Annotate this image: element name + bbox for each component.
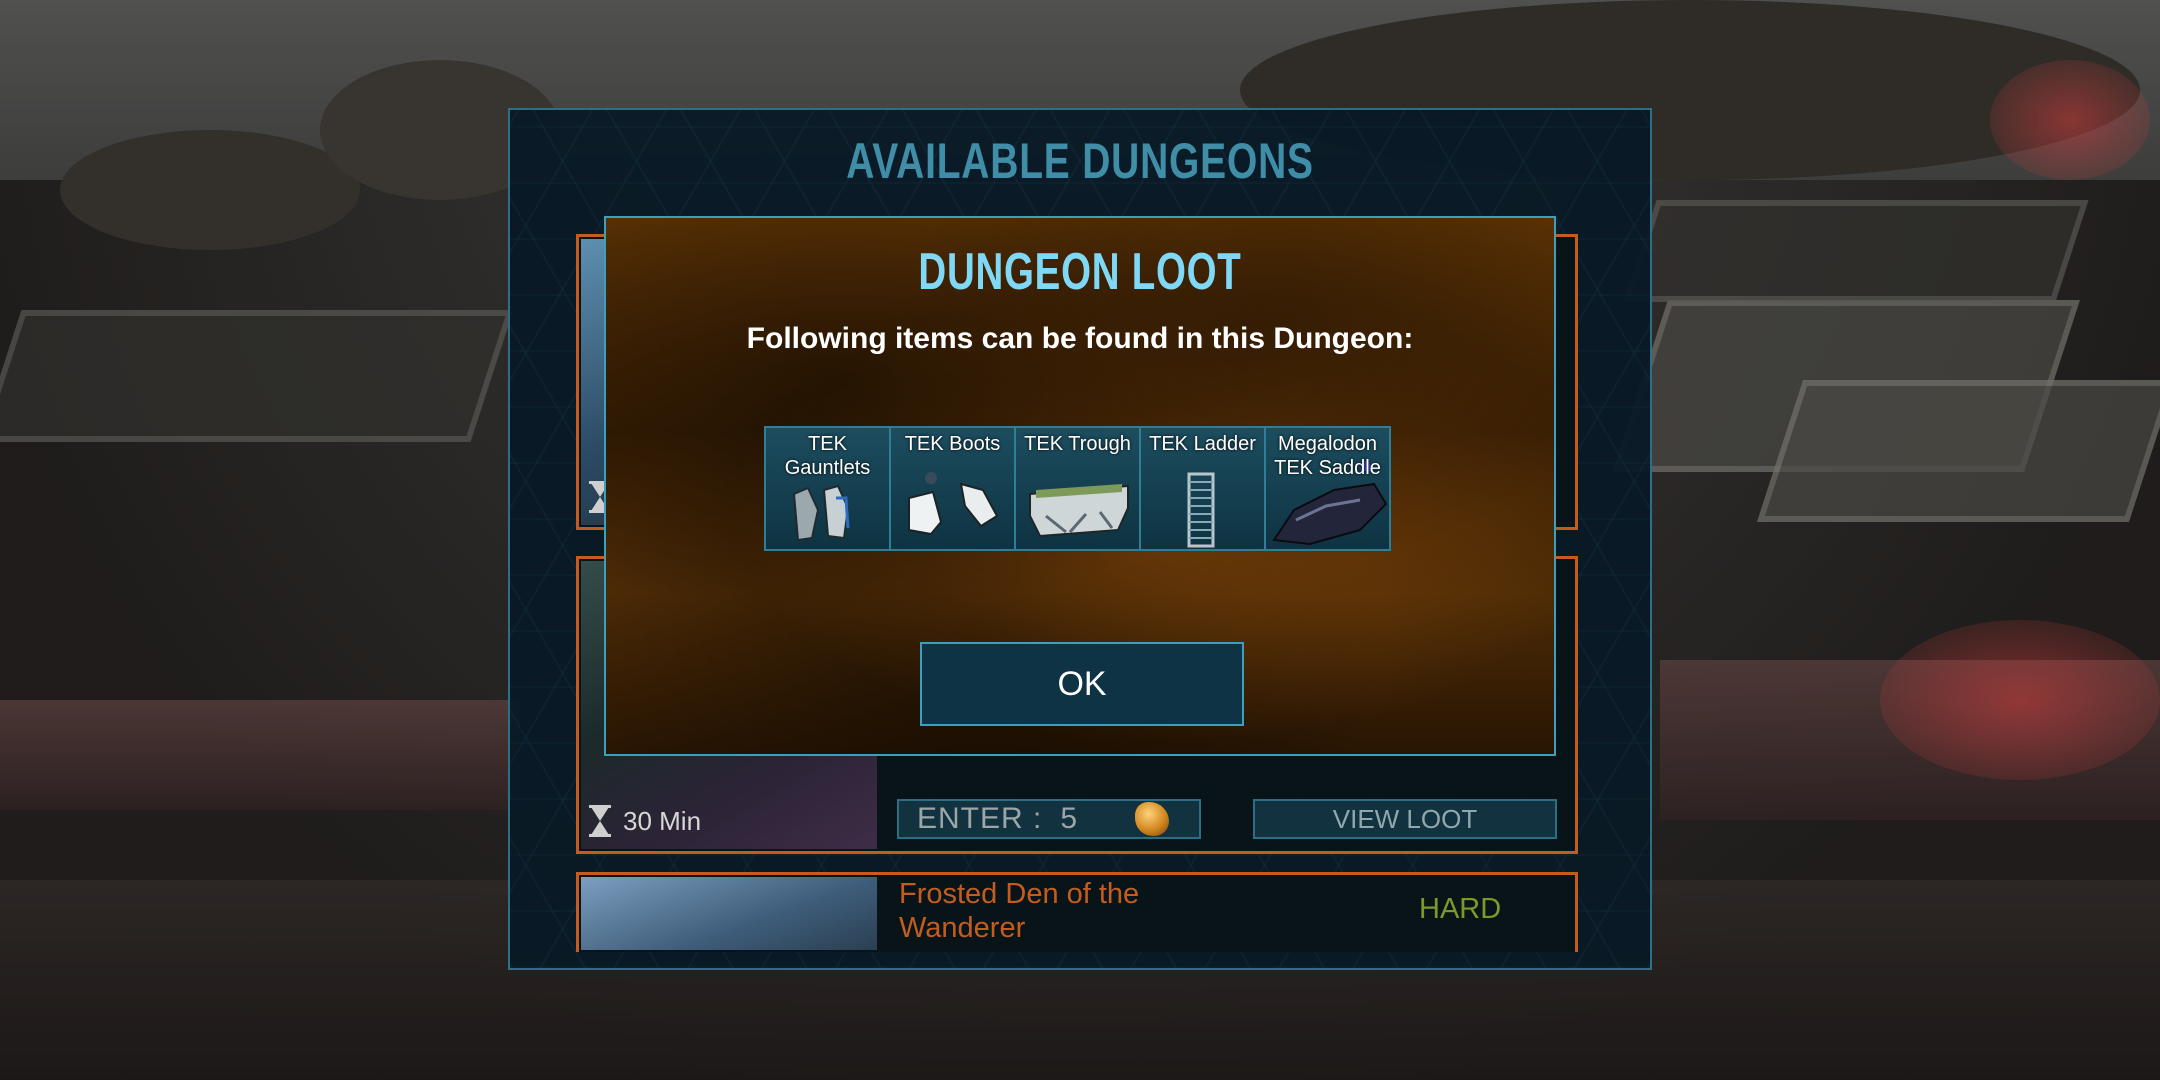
- enter-label: ENTER :: [917, 802, 1043, 835]
- loot-slot-tek-trough[interactable]: TEK Trough: [1014, 426, 1141, 551]
- loot-item-name: TEK Trough: [1024, 433, 1131, 455]
- hourglass-icon: [589, 805, 611, 837]
- loot-slot-megalodon-tek-saddle[interactable]: Megalodon TEK Saddle: [1264, 426, 1391, 551]
- enter-button[interactable]: ENTER : 5: [897, 799, 1201, 839]
- duration-label: 30 Min: [623, 805, 702, 836]
- panel-title: AVAILABLE DUNGEONS: [846, 133, 1314, 189]
- loot-slot-tek-boots[interactable]: TEK Boots: [889, 426, 1016, 551]
- dialog-title: DUNGEON LOOT: [918, 243, 1242, 301]
- enter-cost: 5: [1060, 802, 1078, 835]
- view-loot-button[interactable]: VIEW LOOT: [1253, 799, 1557, 839]
- dungeon-thumbnail: [581, 877, 877, 950]
- ok-button[interactable]: OK: [920, 642, 1244, 726]
- dungeon-name: Frosted Den of the Wanderer: [899, 877, 1259, 945]
- difficulty-label: HARD: [1419, 893, 1502, 925]
- dungeon-name-line2: Wanderer: [899, 912, 1026, 944]
- dungeon-name-line1: Frosted Den of the: [899, 878, 1140, 910]
- loot-item-name: Megalodon TEK Saddle: [1274, 433, 1381, 479]
- dialog-subtitle: Following items can be found in this Dun…: [746, 322, 1414, 355]
- loot-slot-tek-ladder[interactable]: TEK Ladder: [1139, 426, 1266, 551]
- loot-items-row: TEK Gauntlets TEK Boots TEK Trough TEK L…: [764, 426, 1391, 551]
- loot-slot-tek-gauntlets[interactable]: TEK Gauntlets: [764, 426, 891, 551]
- loot-item-name: TEK Gauntlets: [784, 433, 871, 479]
- element-shard-icon: [1135, 802, 1170, 836]
- loot-item-name: TEK Ladder: [1149, 433, 1256, 455]
- dungeon-loot-dialog: DUNGEON LOOT Following items can be foun…: [604, 216, 1556, 756]
- loot-item-name: TEK Boots: [904, 433, 1001, 455]
- dungeon-timer: 30 Min: [589, 805, 701, 837]
- dungeon-card[interactable]: Frosted Den of the Wanderer HARD: [576, 872, 1578, 952]
